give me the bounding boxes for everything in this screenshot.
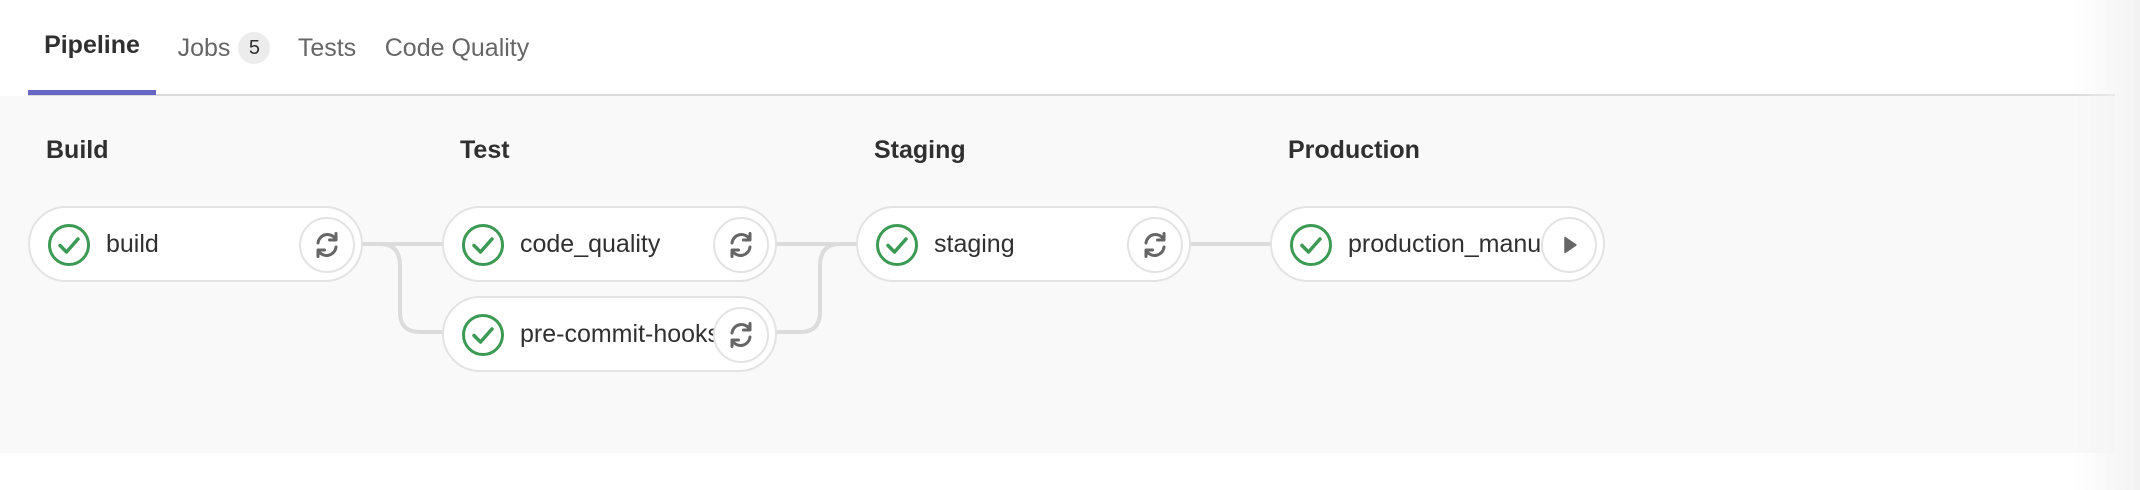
tab-jobs[interactable]: Jobs 5 <box>169 0 279 96</box>
status-success-icon <box>461 313 505 357</box>
job-pre-commit-hooks[interactable]: pre-commit-hooks <box>442 296 777 372</box>
job-code-quality[interactable]: code_quality <box>442 206 777 282</box>
stage-title-build: Build <box>46 136 109 164</box>
retry-icon <box>730 232 752 258</box>
stage-title-production: Production <box>1288 136 1420 164</box>
tab-code-quality[interactable]: Code Quality <box>377 0 537 96</box>
retry-button[interactable] <box>713 217 769 273</box>
status-success-icon <box>1289 223 1333 267</box>
tab-pipeline-label: Pipeline <box>44 30 140 59</box>
retry-icon <box>730 322 752 348</box>
job-build[interactable]: build <box>28 206 363 282</box>
retry-button[interactable] <box>713 307 769 363</box>
tab-code-quality-label: Code Quality <box>384 33 530 62</box>
stage-title-test: Test <box>460 136 510 164</box>
job-name: code_quality <box>520 229 661 258</box>
play-icon <box>1564 236 1577 254</box>
retry-button[interactable] <box>1127 217 1183 273</box>
job-name: staging <box>934 229 1015 258</box>
pipeline-tabs: Pipeline Jobs 5 Tests Code Quality <box>28 0 2115 96</box>
job-name: pre-commit-hooks <box>520 319 720 348</box>
retry-button[interactable] <box>299 217 355 273</box>
retry-icon <box>316 232 338 258</box>
job-staging[interactable]: staging <box>856 206 1191 282</box>
job-name: build <box>106 229 159 258</box>
retry-icon <box>1144 232 1166 258</box>
play-button[interactable] <box>1541 217 1597 273</box>
tab-pipeline[interactable]: Pipeline <box>28 0 156 95</box>
job-production-manual[interactable]: production_manual <box>1270 206 1605 282</box>
tab-jobs-label: Jobs <box>177 33 231 62</box>
tab-tests-label: Tests <box>297 33 357 62</box>
status-success-icon <box>875 223 919 267</box>
status-success-icon <box>47 223 91 267</box>
jobs-count-badge: 5 <box>238 32 271 64</box>
stage-title-staging: Staging <box>874 136 966 164</box>
scroll-fade-edge <box>2075 0 2140 490</box>
job-name: production_manual <box>1348 229 1548 258</box>
status-success-icon <box>461 223 505 267</box>
tab-tests[interactable]: Tests <box>292 0 362 96</box>
pipeline-graph: Build build Test code_quality pre-commit… <box>0 96 2115 453</box>
